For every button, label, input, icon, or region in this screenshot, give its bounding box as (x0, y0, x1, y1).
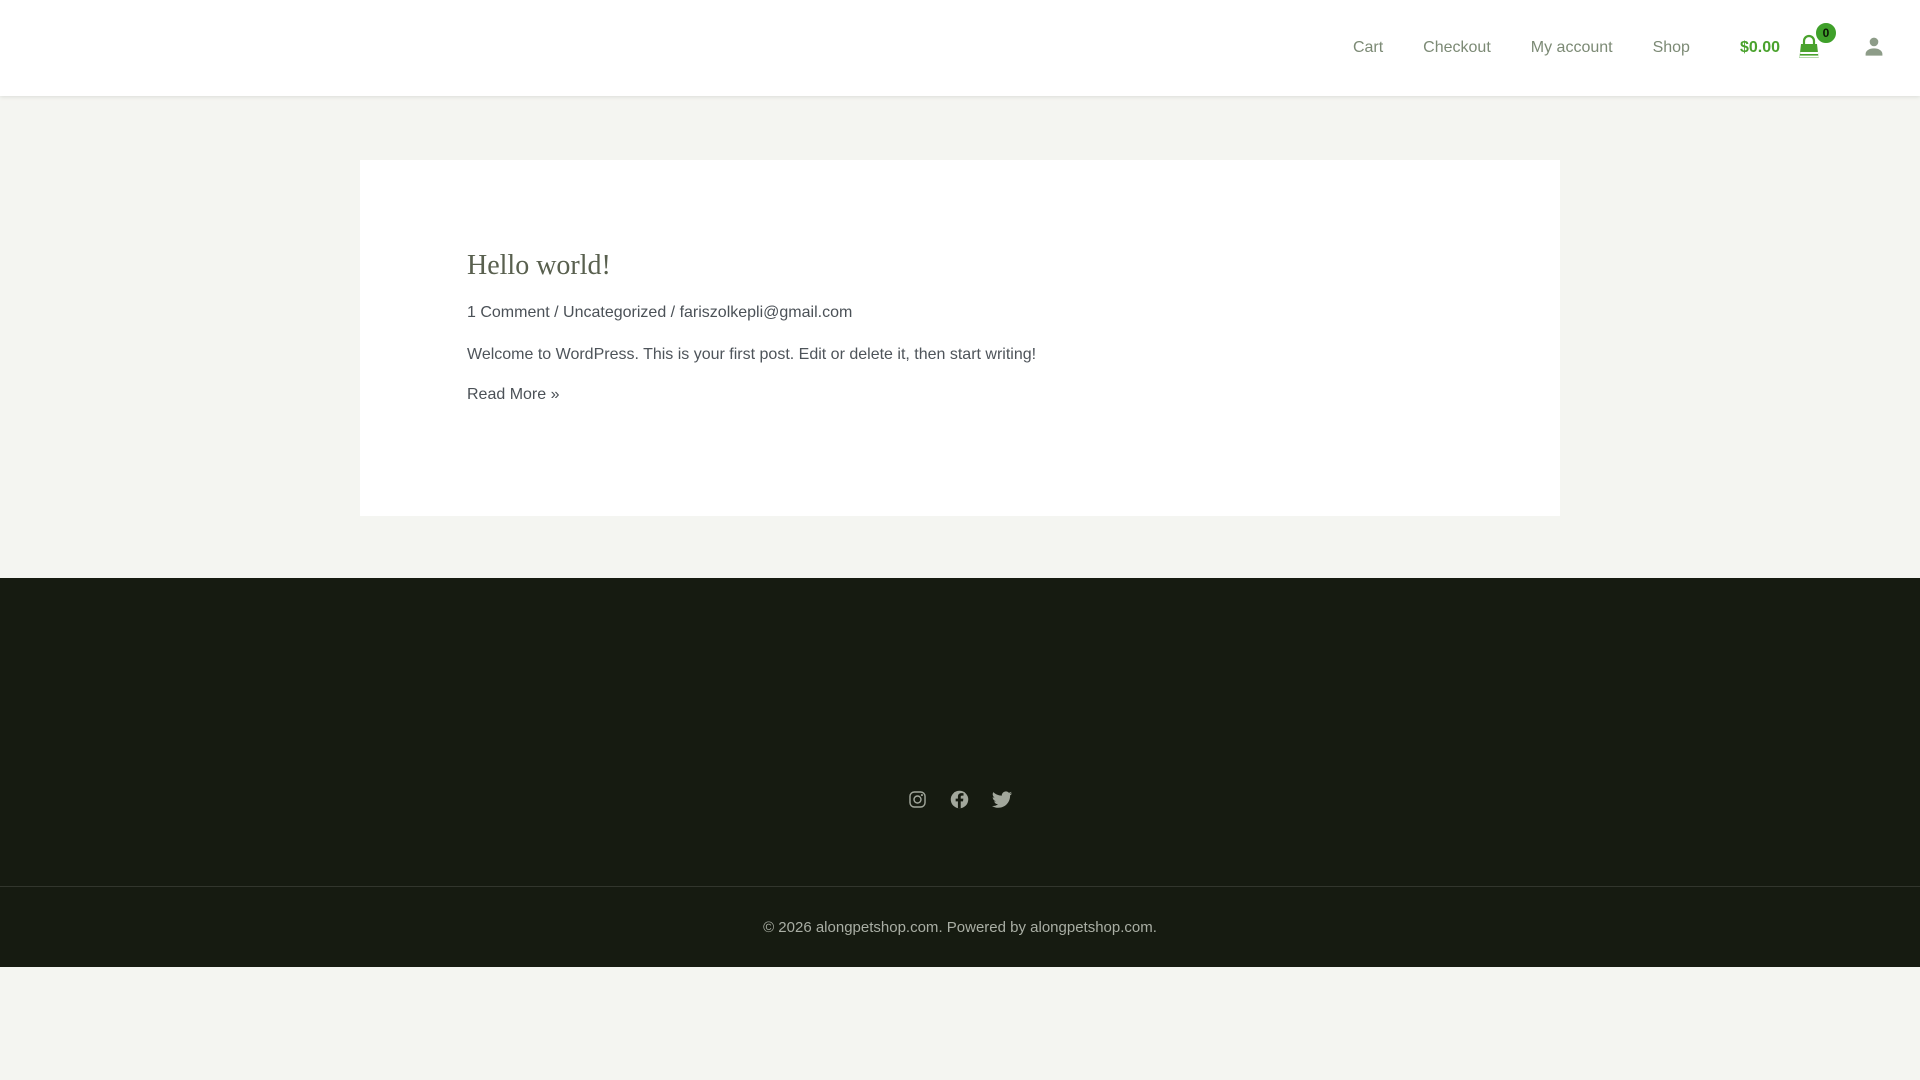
nav-link-my-account[interactable]: My account (1531, 39, 1613, 56)
site-header: Cart Checkout My account Shop $0.00 0 (0, 0, 1920, 96)
nav-item-shop[interactable]: Shop (1653, 39, 1690, 57)
nav-item-cart[interactable]: Cart (1353, 39, 1383, 57)
copyright-powered-link[interactable]: alongpetshop.com (1030, 919, 1153, 936)
primary-nav: Cart Checkout My account Shop (1353, 39, 1690, 57)
social-icons (908, 789, 1013, 810)
copyright-site-link[interactable]: alongpetshop.com (816, 919, 939, 936)
post-title: Hello world! (467, 250, 1453, 282)
nav-link-cart[interactable]: Cart (1353, 39, 1383, 56)
nav-item-checkout[interactable]: Checkout (1423, 39, 1491, 57)
cart-widget[interactable]: $0.00 0 (1740, 21, 1838, 65)
comments-link[interactable]: 1 Comment (467, 304, 550, 321)
read-more-link[interactable]: Read More » (467, 386, 560, 404)
copyright-suffix: . (1152, 918, 1157, 936)
cart-total[interactable]: $0.00 (1740, 39, 1780, 57)
category-link[interactable]: Uncategorized (563, 304, 666, 321)
copyright-middle: . Powered by (938, 918, 1031, 936)
post-excerpt: Welcome to WordPress. This is your first… (467, 346, 1037, 363)
cart-count-badge: 0 (1814, 21, 1838, 45)
instagram-icon[interactable] (908, 790, 927, 809)
account-button[interactable] (1860, 31, 1888, 66)
copyright-bar: © 2026 alongpetshop.com. Powered by alon… (0, 886, 1920, 967)
twitter-icon[interactable] (991, 790, 1013, 809)
nav-item-my-account[interactable]: My account (1531, 39, 1613, 57)
site-footer: © 2026 alongpetshop.com. Powered by alon… (0, 578, 1920, 967)
copyright-prefix: © 2026 (763, 918, 816, 936)
main-content: Hello world! 1 Comment / Uncategorized /… (0, 96, 1920, 578)
page-background-area (0, 967, 1920, 1080)
meta-separator: / (549, 304, 564, 321)
meta-separator: / (666, 304, 680, 321)
user-icon (1860, 31, 1888, 66)
shopping-bag-icon[interactable]: 0 (1794, 21, 1838, 65)
nav-link-shop[interactable]: Shop (1653, 39, 1690, 56)
author-link[interactable]: fariszolkepli@gmail.com (680, 304, 853, 321)
post-meta: 1 Comment / Uncategorized / fariszolkepl… (467, 304, 1453, 322)
facebook-icon[interactable] (949, 789, 970, 810)
post-title-link[interactable]: Hello world! (467, 250, 611, 281)
post-card: Hello world! 1 Comment / Uncategorized /… (360, 160, 1560, 516)
footer-widgets (0, 578, 1920, 886)
nav-link-checkout[interactable]: Checkout (1423, 39, 1491, 56)
